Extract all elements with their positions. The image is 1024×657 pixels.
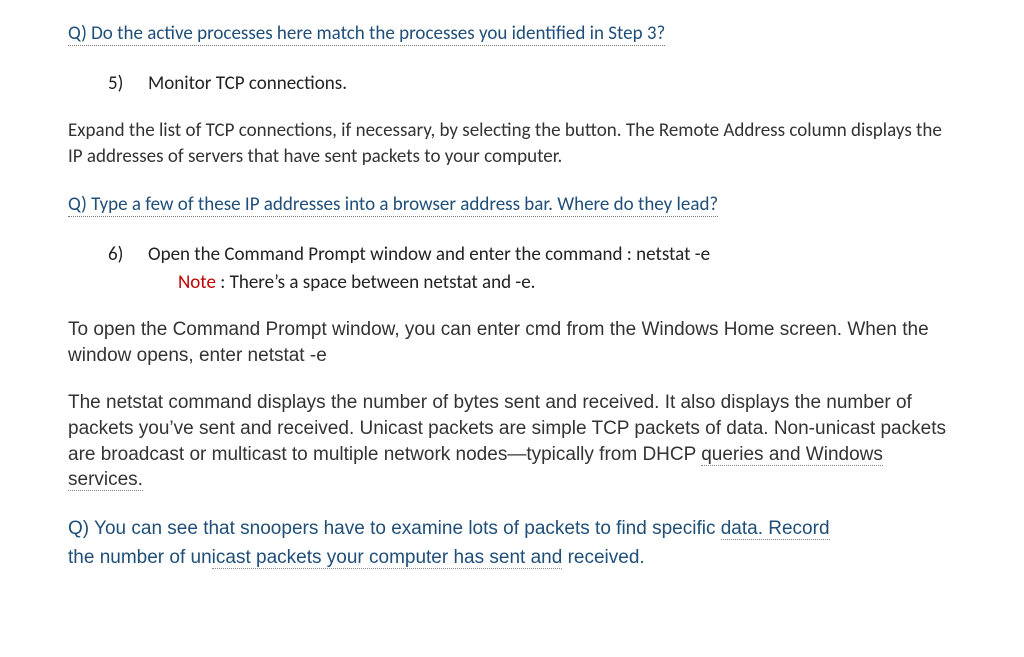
step-5: 5) Monitor TCP connections.: [108, 71, 956, 97]
step-5-text: Monitor TCP connections.: [148, 71, 956, 97]
question-3-block: Q) You can see that snoopers have to exa…: [68, 515, 956, 572]
step-6-note: Note : There’s a space between netstat a…: [178, 270, 956, 296]
step-5-number: 5): [108, 71, 148, 97]
paragraph-netstat-desc: The netstat command displays the number …: [68, 390, 956, 493]
note-label: Note: [178, 271, 216, 294]
q3-e: received.: [562, 547, 644, 568]
q3-c: the number of un: [68, 547, 212, 568]
question-1: Q) Do the active processes here match th…: [68, 22, 665, 46]
paragraph-tcp-expand: Expand the list of TCP connections, if n…: [68, 118, 956, 169]
question-3: Q) You can see that snoopers have to exa…: [68, 518, 830, 569]
question-2-block: Q) Type a few of these IP addresses into…: [68, 191, 788, 220]
step-6-number: 6): [108, 242, 148, 295]
step-6-content: Open the Command Prompt window and enter…: [148, 242, 956, 295]
step-6: 6) Open the Command Prompt window and en…: [108, 242, 956, 295]
q3-a: Q) You can see that snoopers have to exa…: [68, 518, 721, 539]
document-page: Q) Do the active processes here match th…: [0, 0, 1024, 657]
step-6-text: Open the Command Prompt window and enter…: [148, 243, 710, 266]
q3-b: data. Record: [721, 518, 830, 540]
question-1-block: Q) Do the active processes here match th…: [68, 20, 956, 49]
question-2: Q) Type a few of these IP addresses into…: [68, 193, 718, 217]
paragraph-cmd-open: To open the Command Prompt window, you c…: [68, 317, 956, 368]
note-text: : There’s a space between netstat and -e…: [216, 271, 536, 294]
q3-d: icast packets your computer has sent and: [212, 547, 563, 569]
